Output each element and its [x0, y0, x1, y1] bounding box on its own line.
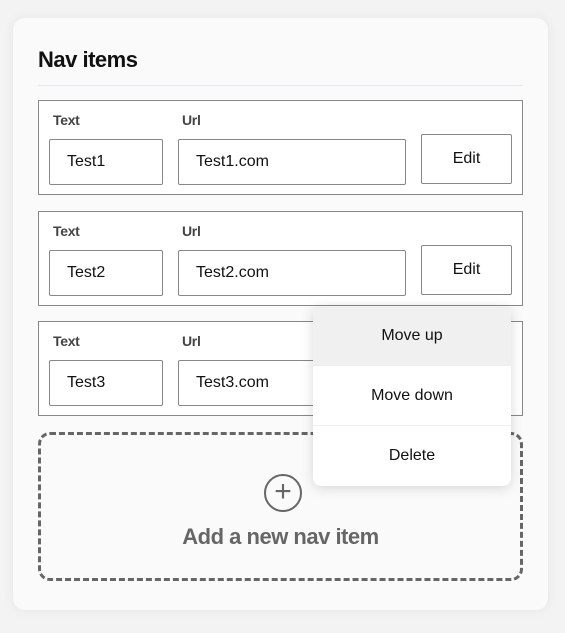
text-input[interactable] [49, 250, 163, 296]
url-label: Url [182, 333, 201, 349]
url-label: Url [182, 112, 201, 128]
plus-circle-icon: + [264, 474, 302, 512]
url-input[interactable] [178, 250, 406, 296]
add-nav-item-label: Add a new nav item [182, 524, 379, 549]
menu-item-move-up[interactable]: Move up [313, 306, 511, 366]
text-label: Text [53, 333, 80, 349]
text-input[interactable] [49, 360, 163, 406]
menu-item-move-down[interactable]: Move down [313, 366, 511, 426]
text-input[interactable] [49, 139, 163, 185]
nav-item-row: Text Url Edit [38, 211, 523, 306]
page-title: Nav items [38, 47, 138, 72]
context-menu: Move up Move down Delete [313, 306, 511, 486]
divider [38, 85, 523, 86]
url-input[interactable] [178, 139, 406, 185]
text-label: Text [53, 112, 80, 128]
url-label: Url [182, 223, 201, 239]
menu-item-delete[interactable]: Delete [313, 426, 511, 486]
nav-item-row: Text Url Edit [38, 100, 523, 195]
text-label: Text [53, 223, 80, 239]
edit-button[interactable]: Edit [421, 245, 512, 295]
edit-button[interactable]: Edit [421, 134, 512, 184]
